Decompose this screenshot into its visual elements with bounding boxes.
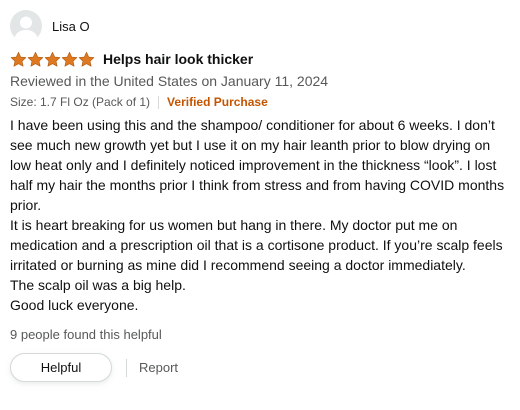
- user-silhouette-icon: [14, 16, 38, 42]
- review-body: I have been using this and the shampoo/ …: [10, 115, 515, 315]
- star-icon: [78, 51, 95, 67]
- star-icon: [27, 51, 44, 67]
- customer-review: Lisa O Helps hair look thicker Reviewed …: [10, 8, 515, 382]
- reviewer-profile[interactable]: Lisa O: [10, 8, 515, 44]
- star-icon: [61, 51, 78, 67]
- divider: [158, 95, 160, 109]
- review-paragraph: I have been using this and the shampoo/ …: [10, 117, 505, 213]
- review-paragraph: It is heart breaking for us women but ha…: [10, 217, 503, 273]
- star-rating[interactable]: [10, 50, 95, 68]
- review-paragraph: The scalp oil was a big help.: [10, 277, 186, 293]
- divider: [126, 358, 127, 377]
- review-paragraph: Good luck everyone.: [10, 297, 139, 313]
- review-actions: Helpful Report: [10, 353, 515, 382]
- verified-purchase-badge: Verified Purchase: [167, 95, 268, 109]
- helpful-button[interactable]: Helpful: [10, 353, 112, 382]
- review-title-row: Helps hair look thicker: [10, 48, 515, 70]
- avatar: [10, 10, 42, 42]
- review-title[interactable]: Helps hair look thicker: [103, 51, 253, 67]
- helpful-count: 9 people found this helpful: [10, 327, 162, 342]
- review-date: Reviewed in the United States on January…: [10, 73, 329, 89]
- star-icon: [44, 51, 61, 67]
- report-link[interactable]: Report: [139, 360, 178, 375]
- reviewer-name[interactable]: Lisa O: [52, 19, 90, 34]
- product-format[interactable]: Size: 1.7 Fl Oz (Pack of 1): [10, 95, 150, 109]
- review-format-row: Size: 1.7 Fl Oz (Pack of 1) Verified Pur…: [10, 93, 515, 111]
- star-icon: [10, 51, 27, 67]
